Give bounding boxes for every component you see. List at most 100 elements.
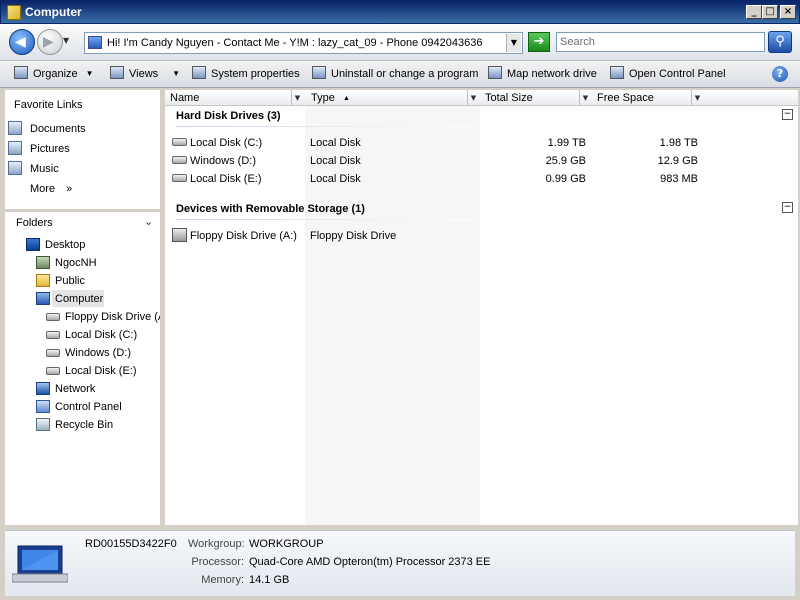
title-bar[interactable]: Computer _ □ × [0,0,800,24]
search-button[interactable]: ⚲ [768,31,792,53]
map-network-drive-button[interactable]: Map network drive [488,66,597,82]
organize-button[interactable]: Organize ▼ [14,66,94,82]
tree-item-local-disk-e[interactable]: Local Disk (E:) [46,363,137,379]
favorite-label: Documents [30,123,86,135]
open-control-panel-button[interactable]: Open Control Panel [610,66,726,82]
forward-button[interactable]: ▶ [37,29,63,55]
uninstall-label: Uninstall or change a program [331,68,479,80]
column-filter-dropdown[interactable]: ▼ [579,90,591,106]
back-button[interactable]: ◀ [9,29,35,55]
pane-splitter[interactable] [5,209,160,212]
group-divider [176,126,476,127]
drive-name: Floppy Disk Drive (A:) [190,230,297,242]
pictures-icon [8,141,22,155]
minimize-button[interactable]: _ [746,5,762,19]
column-filter-dropdown[interactable]: ▼ [467,90,479,106]
map-drive-label: Map network drive [507,68,597,80]
tree-item-network[interactable]: Network [36,381,95,397]
help-button[interactable]: ? [772,66,788,82]
floppy-drive-icon [46,313,60,321]
drive-type: Local Disk [310,173,361,185]
favorite-pictures[interactable]: Pictures [8,141,70,157]
control-panel-icon [610,66,624,79]
tree-label: Windows (D:) [65,347,132,359]
magnifier-icon: ⚲ [775,34,785,49]
recent-pages-dropdown[interactable]: ▼ [63,36,69,45]
favorite-label: Pictures [30,143,70,155]
drive-type: Local Disk [310,137,361,149]
workgroup-label: Workgroup: [188,538,245,550]
drive-name: Local Disk (E:) [190,173,262,185]
chevron-down-icon: ▼ [172,69,181,78]
group-header-hard-disk-drives[interactable]: Hard Disk Drives (3) [176,108,281,124]
drive-total-size: 0.99 GB [545,173,586,185]
column-header-name[interactable]: Name [170,92,199,106]
folders-heading[interactable]: Folders [16,217,53,229]
help-icon: ? [776,67,784,80]
control-panel-icon [36,400,50,413]
views-button[interactable]: Views ▼ [110,66,180,82]
column-header-total-size[interactable]: Total Size [485,92,533,106]
tree-item-control-panel[interactable]: Control Panel [36,399,122,415]
table-row[interactable]: Local Disk (C:) Local Disk 1.99 TB 1.98 … [172,134,702,152]
column-header-type[interactable]: Type [311,92,335,106]
collapse-group-button[interactable]: − [782,109,793,120]
network-drive-icon [488,66,502,79]
hard-drive-icon [46,349,60,357]
user-folder-icon [36,256,50,269]
drive-name-cell: Local Disk (C:) [172,135,262,151]
tree-item-desktop[interactable]: Desktop [26,237,85,253]
music-icon [8,161,22,175]
control-panel-label: Open Control Panel [629,68,726,80]
system-properties-button[interactable]: System properties [192,66,300,82]
group-header-removable-storage[interactable]: Devices with Removable Storage (1) [176,201,365,217]
favorite-more[interactable]: More » [30,181,72,197]
search-input[interactable]: Search [556,32,765,52]
address-text: Hi! I'm Candy Nguyen - Contact Me - Y!M … [107,37,483,49]
tree-item-computer[interactable]: Computer [36,291,103,307]
column-header-free-space[interactable]: Free Space [597,92,654,106]
go-button[interactable]: ➔ [528,32,550,52]
close-button[interactable]: × [780,5,796,19]
favorite-music[interactable]: Music [8,161,59,177]
drive-free-space: 12.9 GB [657,155,698,167]
column-filter-dropdown[interactable]: ▼ [691,90,703,106]
go-arrow-icon: ➔ [533,34,545,49]
address-field[interactable]: Hi! I'm Candy Nguyen - Contact Me - Y!M … [84,32,523,54]
table-row[interactable]: Local Disk (E:) Local Disk 0.99 GB 983 M… [172,170,702,188]
collapse-group-button[interactable]: − [782,202,793,213]
drive-total-size: 1.99 TB [547,137,586,149]
uninstall-program-button[interactable]: Uninstall or change a program [312,66,478,82]
tree-item-recycle-bin[interactable]: Recycle Bin [36,417,113,433]
chevron-down-icon[interactable]: ⌄ [144,215,153,228]
forward-arrow-icon: ▶ [43,34,54,50]
back-arrow-icon: ◀ [15,34,26,50]
table-row[interactable]: Floppy Disk Drive (A:) Floppy Disk Drive [172,227,702,245]
tree-item-local-disk-c[interactable]: Local Disk (C:) [46,327,137,343]
favorite-documents[interactable]: Documents [8,121,86,137]
drive-type: Floppy Disk Drive [310,230,397,242]
address-dropdown-button[interactable]: ▼ [506,34,521,52]
tree-label: Local Disk (E:) [65,365,137,377]
favorite-label: Music [30,163,59,175]
views-icon [110,66,124,79]
tree-item-windows-d[interactable]: Windows (D:) [46,345,131,361]
tree-item-public[interactable]: Public [36,273,85,289]
maximize-button[interactable]: □ [762,5,778,19]
system-properties-label: System properties [211,68,300,80]
tree-label: Control Panel [55,401,122,413]
tree-label: Network [55,383,96,395]
organize-label: Organize [33,68,78,80]
tree-item-floppy[interactable]: Floppy Disk Drive (A:) [46,309,160,325]
computer-name: RD00155D3422F0 [85,538,177,550]
views-label: Views [129,68,159,80]
hard-drive-icon [46,331,60,339]
computer-icon [88,36,102,49]
memory-value: 14.1 GB [249,574,290,586]
column-filter-dropdown[interactable]: ▼ [291,90,303,106]
tree-item-ngocnh[interactable]: NgocNH [36,255,97,271]
tree-label: Desktop [45,239,86,251]
folder-icon [36,274,50,287]
table-row[interactable]: Windows (D:) Local Disk 25.9 GB 12.9 GB [172,152,702,170]
hard-drive-icon [172,138,187,146]
